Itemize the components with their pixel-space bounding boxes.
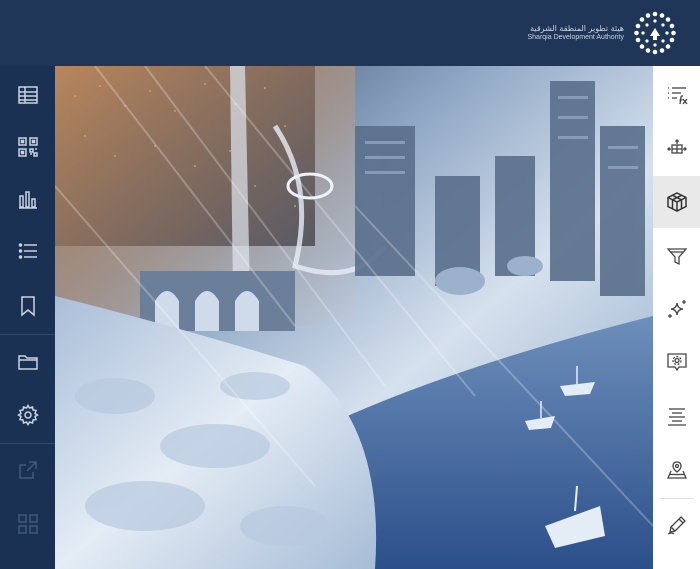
filter-button[interactable]	[653, 230, 700, 282]
grid-widgets-button[interactable]	[0, 498, 55, 550]
share-export-button[interactable]	[0, 444, 55, 496]
settings-button[interactable]	[0, 389, 55, 441]
3d-view-button[interactable]	[653, 176, 700, 228]
city-aerial-image	[55, 66, 653, 569]
align-text-icon	[667, 408, 686, 426]
logo-english-text: Sharqia Development Authority	[527, 33, 625, 41]
logo-arabic-text: هيئة تطوير المنطقة الشرقية	[530, 24, 624, 34]
sparkle-button[interactable]	[653, 283, 700, 335]
bookmark-button[interactable]	[0, 280, 55, 332]
folder-button[interactable]	[0, 336, 55, 388]
edit-pen-icon	[667, 516, 686, 535]
layer-arrows-icon	[666, 139, 687, 154]
share-export-icon	[18, 461, 37, 479]
edit-pen-button[interactable]	[653, 499, 700, 551]
table-button[interactable]	[0, 69, 55, 121]
right-toolbar	[653, 66, 700, 569]
chart-button[interactable]	[0, 173, 55, 225]
organization-logo: هيئة تطوير المنطقة الشرقية Sharqia Devel…	[528, 10, 679, 56]
top-header-bar: هيئة تطوير المنطقة الشرقية Sharqia Devel…	[0, 0, 700, 66]
map-settings-icon	[666, 353, 687, 372]
left-toolbar	[0, 66, 55, 569]
align-text-button[interactable]	[653, 390, 700, 442]
settings-gear-icon	[16, 404, 39, 426]
filter-funnel-icon	[666, 248, 687, 266]
location-landmark-button[interactable]	[653, 444, 700, 496]
layer-arrows-button[interactable]	[653, 123, 700, 175]
scene-map-view[interactable]	[55, 66, 653, 569]
bookmark-icon	[20, 296, 35, 317]
map-settings-button[interactable]	[653, 336, 700, 388]
sda-logo-icon	[634, 11, 676, 55]
bar-chart-icon	[18, 191, 37, 209]
location-landmark-icon	[666, 461, 687, 479]
qr-code-icon	[17, 137, 38, 157]
list-button[interactable]	[0, 225, 55, 277]
list-function-icon	[667, 87, 688, 105]
toolbar-divider	[0, 334, 55, 335]
grid-widgets-icon	[17, 514, 38, 534]
table-icon	[17, 86, 38, 104]
list-icon	[18, 243, 37, 259]
folder-icon	[17, 355, 38, 370]
sparkle-icon	[667, 300, 686, 318]
3d-cube-icon	[666, 192, 687, 212]
qr-code-button[interactable]	[0, 121, 55, 173]
list-function-button[interactable]	[653, 69, 700, 121]
